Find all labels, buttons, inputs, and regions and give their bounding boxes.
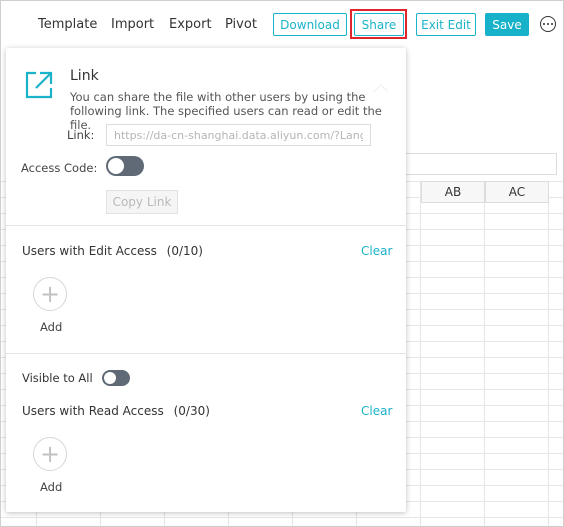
visible-to-all-label: Visible to All xyxy=(22,371,93,385)
pivot-menu[interactable]: Pivot xyxy=(225,17,257,32)
share-popover: Link You can share the file with other u… xyxy=(6,48,406,512)
add-read-user-label: Add xyxy=(40,480,63,494)
share-button[interactable]: Share xyxy=(354,13,404,36)
visible-to-all-toggle[interactable] xyxy=(102,370,130,386)
read-access-title-text: Users with Read Access xyxy=(22,404,164,418)
edit-access-title: Users with Edit Access (0/10) xyxy=(22,244,203,258)
exit-edit-button[interactable]: Exit Edit xyxy=(416,13,476,36)
template-menu[interactable]: Template xyxy=(38,17,97,32)
add-edit-user-button[interactable]: + xyxy=(33,277,67,311)
formula-bar[interactable] xyxy=(401,153,557,175)
read-access-clear-link[interactable]: Clear xyxy=(361,404,392,418)
add-edit-user-label: Add xyxy=(40,320,63,334)
access-code-toggle[interactable] xyxy=(106,156,144,176)
column-header-ac[interactable]: AC xyxy=(485,181,549,203)
divider xyxy=(6,353,406,354)
copy-link-button[interactable]: Copy Link xyxy=(106,190,178,214)
ellipsis-circle-icon[interactable] xyxy=(540,16,556,32)
toolbar: Template Import Export Pivot Download Sh… xyxy=(1,1,563,47)
plus-icon: + xyxy=(39,280,61,308)
access-code-label: Access Code: xyxy=(21,161,98,175)
divider xyxy=(6,225,406,226)
app-window: AB AC Template Import Export Pivot Downl… xyxy=(0,0,564,527)
link-label: Link: xyxy=(67,128,95,142)
edit-access-clear-link[interactable]: Clear xyxy=(361,244,392,258)
edit-access-count: (0/10) xyxy=(166,244,203,258)
read-access-count: (0/30) xyxy=(173,404,210,418)
link-title: Link xyxy=(70,68,99,84)
plus-icon: + xyxy=(39,440,61,468)
link-url-field[interactable] xyxy=(106,124,371,146)
import-menu[interactable]: Import xyxy=(111,17,154,32)
edit-access-title-text: Users with Edit Access xyxy=(22,244,157,258)
column-header-ab[interactable]: AB xyxy=(421,181,485,203)
download-button[interactable]: Download xyxy=(273,13,347,36)
external-link-icon xyxy=(25,71,53,99)
save-button[interactable]: Save xyxy=(485,13,529,36)
read-access-title: Users with Read Access (0/30) xyxy=(22,404,210,418)
add-read-user-button[interactable]: + xyxy=(33,437,67,471)
export-menu[interactable]: Export xyxy=(169,17,212,32)
